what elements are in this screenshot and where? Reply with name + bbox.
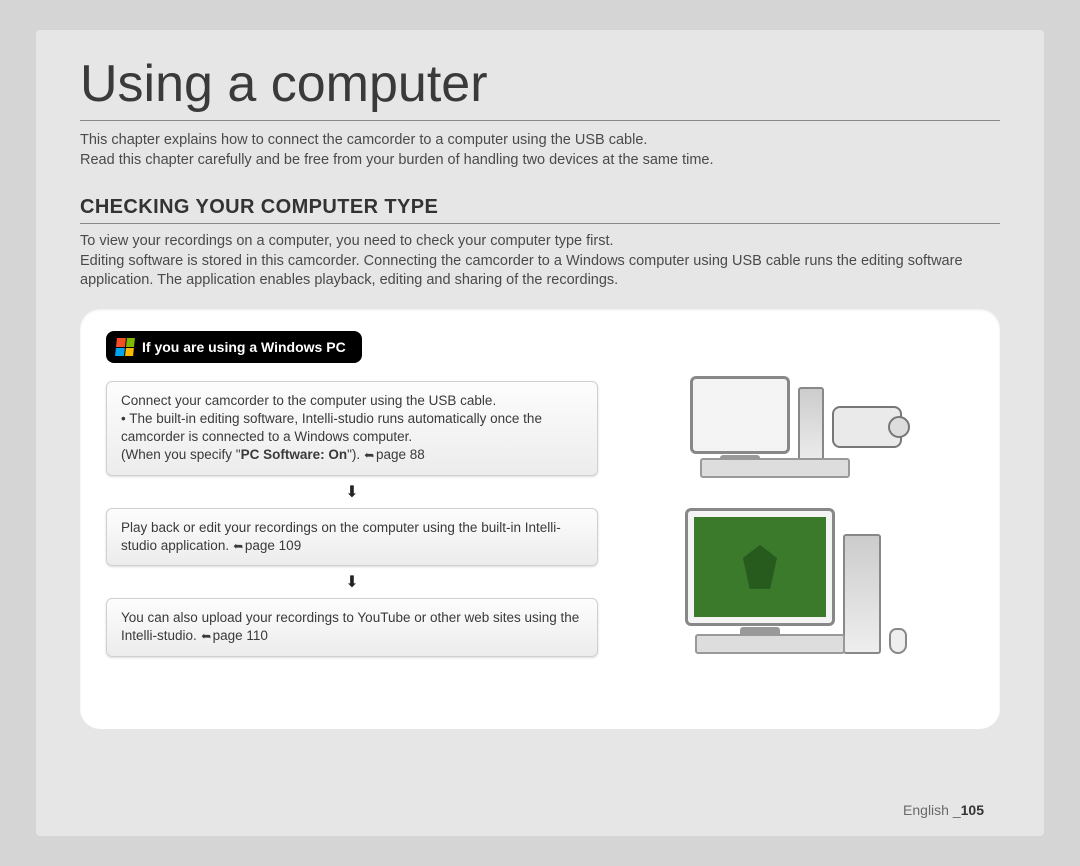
page-ref-110: page 110 [201,628,268,643]
monitor-playback-icon [685,508,835,626]
illustration-pc-playback [656,508,936,654]
camcorder-icon [832,406,902,448]
step-1: Connect your camcorder to the computer u… [106,381,598,476]
page-title: Using a computer [80,54,1000,121]
computer-illustration [685,508,835,654]
panel-right [618,331,974,699]
section-heading: CHECKING YOUR COMPUTER TYPE [80,196,1000,224]
section-desc-line-2: Editing software is stored in this camco… [80,252,1000,291]
arrow-down-icon: ⬇ [106,572,598,592]
intro-line-1: This chapter explains how to connect the… [80,131,1000,151]
step-1-line-c: (When you specify "PC Software: On"). pa… [121,446,583,464]
footer-page-number: 105 [961,802,984,818]
arrow-down-icon: ⬇ [106,482,598,502]
page-ref-109: page 109 [233,538,301,553]
page-ref-88: page 88 [364,447,425,462]
keyboard-icon [695,634,845,654]
intro-block: This chapter explains how to connect the… [80,131,1000,170]
windows-panel: If you are using a Windows PC Connect yo… [80,309,1000,729]
keyboard-icon [700,458,850,478]
page-footer: English _105 [903,802,984,818]
step-3: You can also upload your recordings to Y… [106,598,598,656]
pc-software-on-label: PC Software: On [241,447,348,462]
step-1-line-a: Connect your camcorder to the computer u… [121,392,583,410]
section-description: To view your recordings on a computer, y… [80,232,1000,291]
windows-badge-label: If you are using a Windows PC [142,339,346,355]
mouse-icon [889,628,907,654]
step-1-line-b: • The built-in editing software, Intelli… [121,410,583,446]
windows-logo-icon [115,338,135,356]
step-2: Play back or edit your recordings on the… [106,508,598,566]
pc-tower-icon [798,387,824,467]
footer-language: English [903,802,949,818]
panel-left: If you are using a Windows PC Connect yo… [106,331,598,699]
pc-tower-icon [843,534,881,654]
windows-badge: If you are using a Windows PC [106,331,362,363]
intro-line-2: Read this chapter carefully and be free … [80,151,1000,171]
illustration-pc-camcorder [656,376,936,478]
manual-page: Using a computer This chapter explains h… [36,30,1044,836]
monitor-icon [690,376,790,454]
computer-illustration [690,376,790,478]
section-desc-line-1: To view your recordings on a computer, y… [80,232,1000,252]
